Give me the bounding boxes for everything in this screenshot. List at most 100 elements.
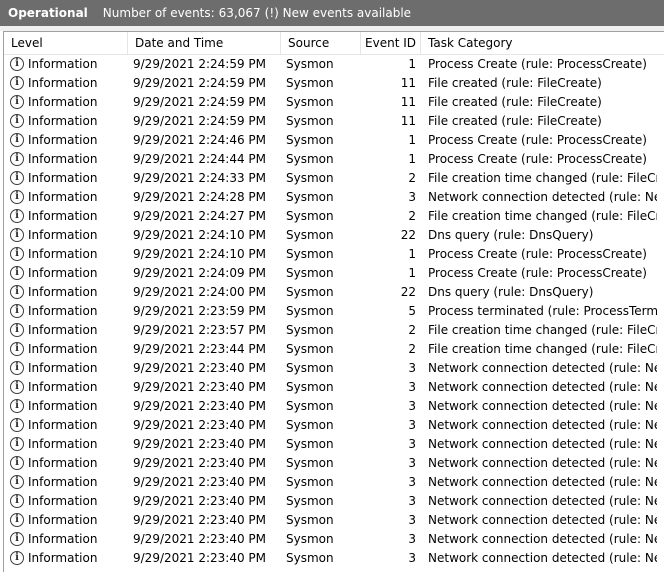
- date-cell: 9/29/2021 2:24:44 PM: [133, 152, 267, 166]
- event-count-label: Number of events:: [102, 6, 215, 20]
- date-cell: 9/29/2021 2:24:10 PM: [133, 247, 267, 261]
- level-text: Information: [28, 513, 98, 527]
- task-category-cell: Network connection detected (rule: Netw.…: [428, 513, 657, 527]
- level-cell: i Information: [10, 378, 128, 397]
- level-cell: i Information: [10, 397, 128, 416]
- event-id-cell: 3: [408, 380, 416, 394]
- level-text: Information: [28, 399, 98, 413]
- level-cell: i Information: [10, 207, 128, 226]
- task-category-cell: Dns query (rule: DnsQuery): [428, 228, 594, 242]
- table-row[interactable]: i Information 9/29/2021 2:24:59 PM Sysmon 11…: [4, 112, 664, 131]
- information-icon: i: [10, 56, 24, 71]
- information-icon: i: [10, 379, 24, 394]
- table-row[interactable]: i Information 9/29/2021 2:23:40 PM Sysmon 3 N…: [4, 492, 664, 511]
- table-row[interactable]: i Information 9/29/2021 2:24:10 PM Sysmon 1 P…: [4, 245, 664, 264]
- task-category-cell: File created (rule: FileCreate): [428, 95, 602, 109]
- source-cell: Sysmon: [286, 437, 334, 451]
- event-id-cell: 5: [408, 304, 416, 318]
- source-cell: Sysmon: [286, 361, 334, 375]
- column-header-event-id[interactable]: Event ID: [361, 32, 421, 54]
- source-cell: Sysmon: [286, 304, 334, 318]
- level-cell: i Information: [10, 93, 128, 112]
- task-category-cell: Network connection detected (rule: Netw.…: [428, 361, 657, 375]
- table-row[interactable]: i Information 9/29/2021 2:23:40 PM Sysmon 3 N…: [4, 549, 664, 568]
- event-id-cell: 3: [408, 190, 416, 204]
- level-text: Information: [28, 380, 98, 394]
- event-rows: i Information 9/29/2021 2:24:59 PM Sysmon 1 P…: [4, 55, 664, 568]
- table-row[interactable]: i Information 9/29/2021 2:24:59 PM Sysmon 11…: [4, 93, 664, 112]
- source-cell: Sysmon: [286, 171, 334, 185]
- event-id-cell: 1: [408, 133, 416, 147]
- level-cell: i Information: [10, 492, 128, 511]
- event-id-cell: 1: [408, 57, 416, 71]
- information-icon: i: [10, 75, 24, 90]
- table-row[interactable]: i Information 9/29/2021 2:24:28 PM Sysmon 3 N…: [4, 188, 664, 207]
- column-header-level[interactable]: Level: [4, 32, 128, 54]
- event-id-cell: 11: [400, 95, 416, 109]
- task-category-cell: File creation time changed (rule: FileCr…: [428, 171, 657, 185]
- source-cell: Sysmon: [286, 418, 334, 432]
- source-cell: Sysmon: [286, 342, 334, 356]
- event-id-cell: 1: [408, 247, 416, 261]
- task-category-cell: Network connection detected (rule: Netw.…: [428, 456, 657, 470]
- level-text: Information: [28, 361, 98, 375]
- table-row[interactable]: i Information 9/29/2021 2:23:40 PM Sysmon 3 N…: [4, 359, 664, 378]
- table-row[interactable]: i Information 9/29/2021 2:24:10 PM Sysmon 22…: [4, 226, 664, 245]
- level-text: Information: [28, 532, 98, 546]
- information-icon: i: [10, 550, 24, 565]
- event-id-cell: 11: [400, 76, 416, 90]
- column-header-date[interactable]: Date and Time: [128, 32, 281, 54]
- event-id-cell: 2: [408, 171, 416, 185]
- table-row[interactable]: i Information 9/29/2021 2:23:40 PM Sysmon 3 N…: [4, 397, 664, 416]
- level-cell: i Information: [10, 264, 128, 283]
- information-icon: i: [10, 455, 24, 470]
- table-row[interactable]: i Information 9/29/2021 2:24:44 PM Sysmon 1 P…: [4, 150, 664, 169]
- table-row[interactable]: i Information 9/29/2021 2:23:59 PM Sysmon 5 P…: [4, 302, 664, 321]
- information-icon: i: [10, 341, 24, 356]
- information-icon: i: [10, 322, 24, 337]
- table-row[interactable]: i Information 9/29/2021 2:24:59 PM Sysmon 11…: [4, 74, 664, 93]
- information-icon: i: [10, 265, 24, 280]
- level-cell: i Information: [10, 112, 128, 131]
- column-header-task-category[interactable]: Task Category: [421, 32, 664, 54]
- table-row[interactable]: i Information 9/29/2021 2:23:40 PM Sysmon 3 N…: [4, 473, 664, 492]
- source-cell: Sysmon: [286, 475, 334, 489]
- table-row[interactable]: i Information 9/29/2021 2:24:27 PM Sysmon 2 F…: [4, 207, 664, 226]
- table-row[interactable]: i Information 9/29/2021 2:23:40 PM Sysmon 3 N…: [4, 511, 664, 530]
- task-category-cell: Dns query (rule: DnsQuery): [428, 285, 594, 299]
- event-id-cell: 3: [408, 494, 416, 508]
- information-icon: i: [10, 151, 24, 166]
- source-cell: Sysmon: [286, 57, 334, 71]
- date-cell: 9/29/2021 2:23:40 PM: [133, 494, 267, 508]
- table-row[interactable]: i Information 9/29/2021 2:23:40 PM Sysmon 3 N…: [4, 530, 664, 549]
- level-text: Information: [28, 475, 98, 489]
- date-cell: 9/29/2021 2:24:59 PM: [133, 114, 267, 128]
- source-cell: Sysmon: [286, 228, 334, 242]
- table-row[interactable]: i Information 9/29/2021 2:23:57 PM Sysmon 2 F…: [4, 321, 664, 340]
- level-cell: i Information: [10, 473, 128, 492]
- table-row[interactable]: i Information 9/29/2021 2:23:40 PM Sysmon 3 N…: [4, 454, 664, 473]
- table-row[interactable]: i Information 9/29/2021 2:24:00 PM Sysmon 22…: [4, 283, 664, 302]
- event-id-cell: 11: [400, 114, 416, 128]
- table-row[interactable]: i Information 9/29/2021 2:24:09 PM Sysmon 1 P…: [4, 264, 664, 283]
- level-cell: i Information: [10, 283, 128, 302]
- level-cell: i Information: [10, 150, 128, 169]
- level-cell: i Information: [10, 245, 128, 264]
- table-row[interactable]: i Information 9/29/2021 2:23:40 PM Sysmon 3 N…: [4, 435, 664, 454]
- event-list: Level Date and Time Source Event ID Task…: [3, 31, 664, 572]
- event-count-value: 63,067: [218, 6, 261, 20]
- table-row[interactable]: i Information 9/29/2021 2:23:40 PM Sysmon 3 N…: [4, 416, 664, 435]
- table-row[interactable]: i Information 9/29/2021 2:23:40 PM Sysmon 3 N…: [4, 378, 664, 397]
- table-row[interactable]: i Information 9/29/2021 2:23:44 PM Sysmon 2 F…: [4, 340, 664, 359]
- column-header-source[interactable]: Source: [281, 32, 361, 54]
- table-row[interactable]: i Information 9/29/2021 2:24:33 PM Sysmon 2 F…: [4, 169, 664, 188]
- information-icon: i: [10, 189, 24, 204]
- table-row[interactable]: i Information 9/29/2021 2:24:59 PM Sysmon 1 P…: [4, 55, 664, 74]
- new-events-notice[interactable]: (!) New events available: [265, 6, 411, 20]
- source-cell: Sysmon: [286, 551, 334, 565]
- event-id-cell: 3: [408, 361, 416, 375]
- source-cell: Sysmon: [286, 323, 334, 337]
- date-cell: 9/29/2021 2:23:40 PM: [133, 437, 267, 451]
- task-category-cell: Network connection detected (rule: Netw.…: [428, 532, 657, 546]
- table-row[interactable]: i Information 9/29/2021 2:24:46 PM Sysmon 1 P…: [4, 131, 664, 150]
